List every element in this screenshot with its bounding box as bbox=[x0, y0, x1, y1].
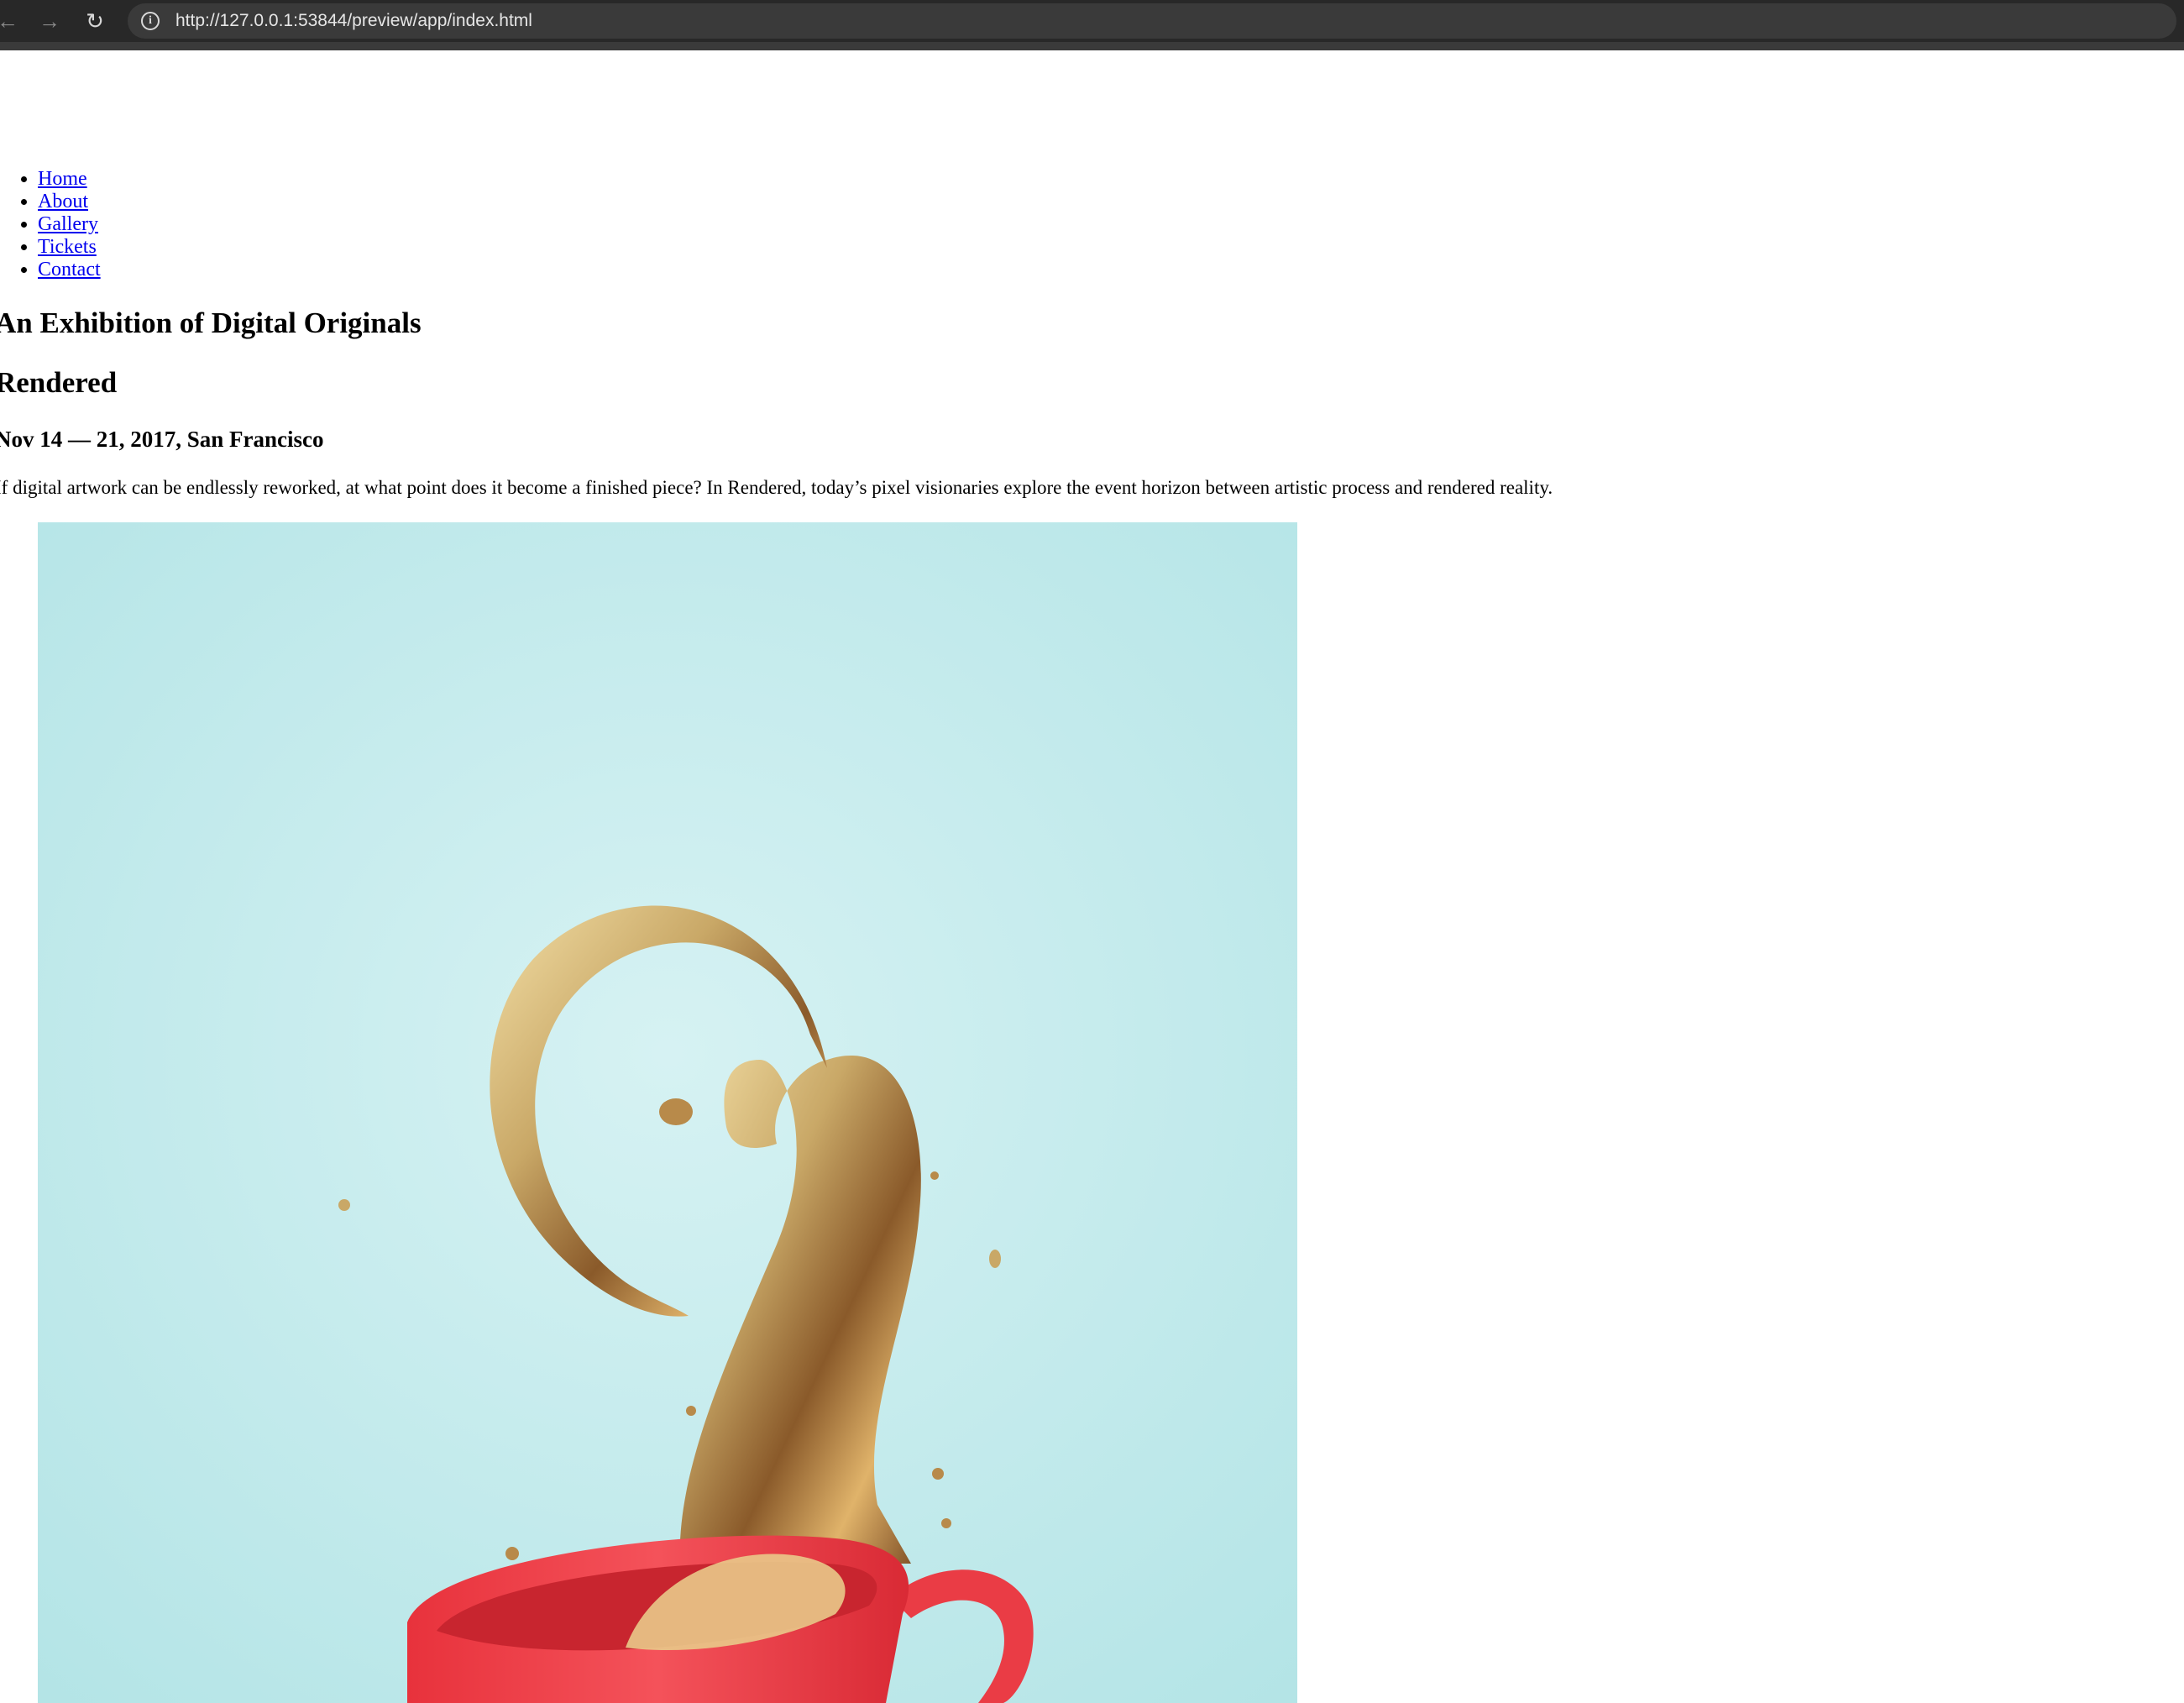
reload-icon[interactable]: ↻ bbox=[81, 7, 109, 35]
back-arrow-icon[interactable]: ← bbox=[0, 7, 22, 35]
nav-link-about[interactable]: About bbox=[38, 191, 88, 212]
info-icon[interactable]: i bbox=[141, 12, 160, 30]
artwork-image bbox=[38, 522, 1297, 1703]
nav-link-home[interactable]: Home bbox=[38, 168, 87, 190]
event-date: Nov 14 — 21, 2017, San Francisco bbox=[0, 427, 324, 452]
nav-link-tickets[interactable]: Tickets bbox=[38, 236, 97, 258]
nav-link-contact[interactable]: Contact bbox=[38, 259, 101, 280]
browser-toolbar: ← → ↻ i http://127.0.0.1:53844/preview/a… bbox=[0, 0, 2184, 50]
url-text[interactable]: http://127.0.0.1:53844/preview/app/index… bbox=[175, 3, 532, 39]
main-nav: Home About Gallery Tickets Contact bbox=[0, 168, 101, 281]
nav-item-gallery: Gallery bbox=[38, 213, 101, 236]
intro-paragraph: If digital artwork can be endlessly rewo… bbox=[0, 477, 1553, 498]
forward-arrow-icon[interactable]: → bbox=[35, 7, 64, 35]
gold-splash-cup-illustration bbox=[38, 522, 1297, 1703]
nav-item-about: About bbox=[38, 191, 101, 213]
page-content: Home About Gallery Tickets Contact An Ex… bbox=[0, 50, 2184, 1703]
nav-item-home: Home bbox=[38, 168, 101, 191]
address-bar[interactable]: i http://127.0.0.1:53844/preview/app/ind… bbox=[128, 3, 2176, 39]
page-title: Rendered bbox=[0, 366, 118, 399]
exhibition-kicker: An Exhibition of Digital Originals bbox=[0, 307, 422, 339]
nav-item-contact: Contact bbox=[38, 259, 101, 281]
nav-link-gallery[interactable]: Gallery bbox=[38, 213, 98, 235]
nav-item-tickets: Tickets bbox=[38, 236, 101, 259]
